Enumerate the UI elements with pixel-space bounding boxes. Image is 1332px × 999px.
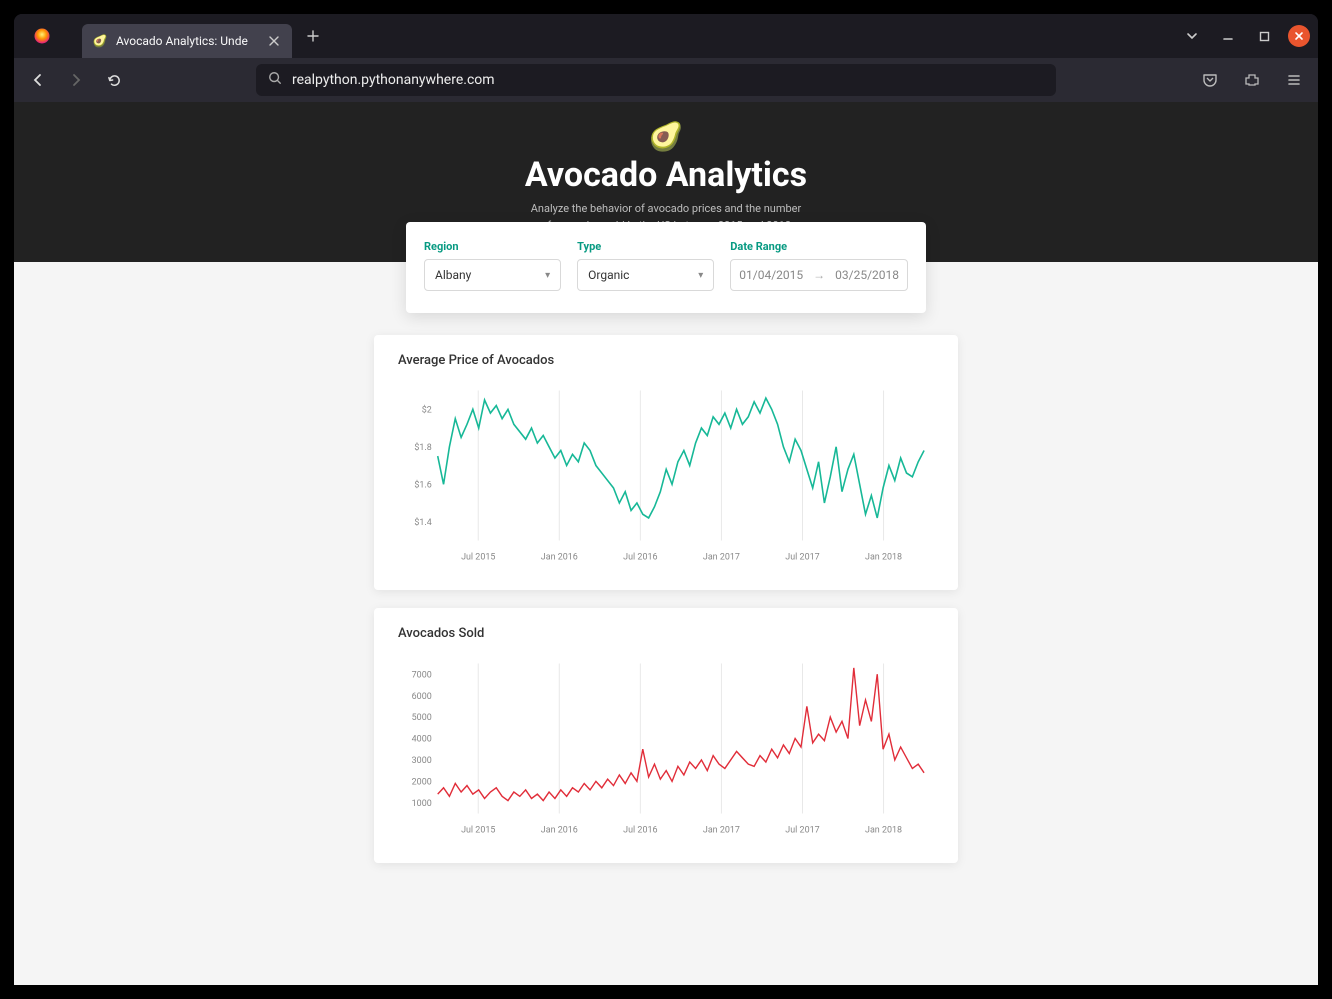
forward-button[interactable] xyxy=(60,64,92,96)
svg-text:Jul 2016: Jul 2016 xyxy=(623,824,657,835)
chevron-down-icon: ▾ xyxy=(698,270,703,281)
date-end: 03/25/2018 xyxy=(835,268,899,282)
window-minimize-button[interactable] xyxy=(1216,24,1240,48)
menu-icon[interactable] xyxy=(1278,64,1310,96)
avocado-emoji-icon: 🥑 xyxy=(14,120,1318,153)
browser-toolbar: realpython.pythonanywhere.com xyxy=(14,58,1318,102)
svg-text:Jan 2018: Jan 2018 xyxy=(865,551,902,562)
svg-text:$2: $2 xyxy=(422,404,432,415)
volume-chart-title: Avocados Sold xyxy=(398,626,934,641)
reload-button[interactable] xyxy=(98,64,130,96)
price-chart-title: Average Price of Avocados xyxy=(398,353,934,368)
region-select[interactable]: Albany ▾ xyxy=(424,259,561,291)
date-range-label: Date Range xyxy=(730,240,908,253)
price-chart[interactable]: $1.4 $1.6 $1.8 $2 Jul 2015 Jan 2016 Jul 2016 Ja… xyxy=(398,380,934,570)
svg-text:Jul 2015: Jul 2015 xyxy=(461,551,495,562)
svg-text:Jul 2016: Jul 2016 xyxy=(623,551,657,562)
arrow-right-icon: → xyxy=(813,268,825,282)
volume-chart-card: Avocados Sold 1000 2000 3000 4000 5000 6000 70… xyxy=(374,608,958,863)
svg-text:1000: 1000 xyxy=(412,798,432,809)
svg-text:Jan 2016: Jan 2016 xyxy=(541,551,578,562)
volume-chart[interactable]: 1000 2000 3000 4000 5000 6000 7000 Jul 2015 Jan … xyxy=(398,653,934,843)
svg-text:2000: 2000 xyxy=(412,776,432,787)
svg-text:6000: 6000 xyxy=(412,691,432,702)
url-bar[interactable]: realpython.pythonanywhere.com xyxy=(256,64,1056,96)
tabs-dropdown-icon[interactable] xyxy=(1180,24,1204,48)
window-close-button[interactable] xyxy=(1288,25,1310,47)
page-title: Avocado Analytics xyxy=(14,155,1318,195)
page-viewport[interactable]: 🥑 Avocado Analytics Analyze the behavior… xyxy=(14,102,1318,985)
tab-title: Avocado Analytics: Unde xyxy=(116,34,258,48)
svg-text:Jan 2016: Jan 2016 xyxy=(541,824,578,835)
svg-text:Jul 2015: Jul 2015 xyxy=(461,824,495,835)
svg-text:3000: 3000 xyxy=(412,755,432,766)
region-label: Region xyxy=(424,240,561,253)
svg-text:Jul 2017: Jul 2017 xyxy=(785,551,819,562)
search-icon xyxy=(268,71,282,89)
svg-text:Jan 2017: Jan 2017 xyxy=(703,824,740,835)
chevron-down-icon: ▾ xyxy=(545,270,550,281)
region-value: Albany xyxy=(435,268,471,282)
svg-text:7000: 7000 xyxy=(412,669,432,680)
type-label: Type xyxy=(577,240,714,253)
date-range-picker[interactable]: 01/04/2015 → 03/25/2018 xyxy=(730,259,908,291)
svg-text:5000: 5000 xyxy=(412,712,432,723)
browser-tab[interactable]: 🥑 Avocado Analytics: Unde xyxy=(82,24,292,58)
extensions-icon[interactable] xyxy=(1236,64,1268,96)
url-text: realpython.pythonanywhere.com xyxy=(292,72,495,88)
avocado-favicon-icon: 🥑 xyxy=(92,33,108,49)
svg-text:Jul 2017: Jul 2017 xyxy=(785,824,819,835)
window-maximize-button[interactable] xyxy=(1252,24,1276,48)
svg-text:$1.8: $1.8 xyxy=(414,442,431,453)
type-value: Organic xyxy=(588,268,629,282)
svg-text:$1.4: $1.4 xyxy=(414,517,431,528)
price-chart-card: Average Price of Avocados $1.4 $1.6 $1.8 $2… xyxy=(374,335,958,590)
tab-strip: 🥑 Avocado Analytics: Unde xyxy=(14,14,1318,58)
back-button[interactable] xyxy=(22,64,54,96)
filter-panel: Region Albany ▾ Type Organic ▾ xyxy=(406,222,926,313)
new-tab-button[interactable] xyxy=(298,21,328,51)
pocket-icon[interactable] xyxy=(1194,64,1226,96)
svg-text:Jan 2017: Jan 2017 xyxy=(703,551,740,562)
svg-text:4000: 4000 xyxy=(412,733,432,744)
tab-close-icon[interactable] xyxy=(266,33,282,49)
svg-text:$1.6: $1.6 xyxy=(414,479,431,490)
firefox-logo-icon xyxy=(22,14,62,58)
type-select[interactable]: Organic ▾ xyxy=(577,259,714,291)
date-start: 01/04/2015 xyxy=(739,268,803,282)
svg-text:Jan 2018: Jan 2018 xyxy=(865,824,902,835)
